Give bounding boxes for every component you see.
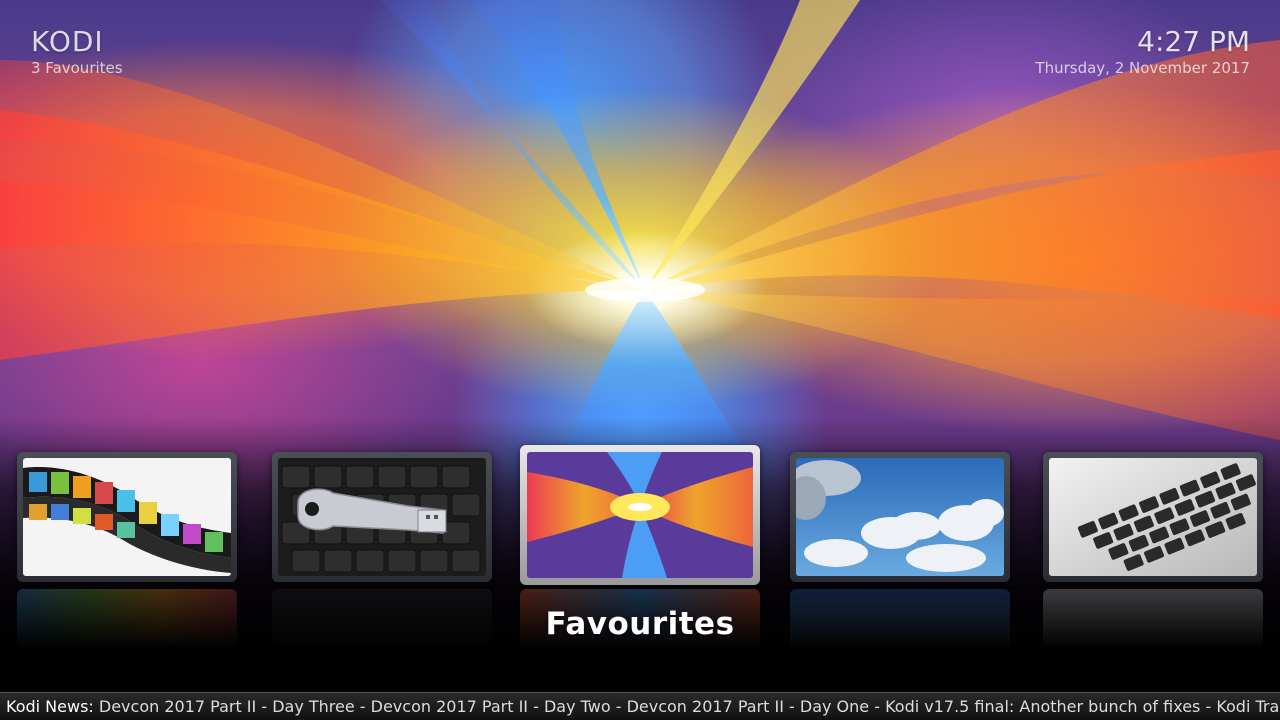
reflection-image <box>272 589 492 649</box>
tile-laptop-keyboard[interactable] <box>1043 452 1263 582</box>
ticker-label: Kodi News: <box>6 697 94 716</box>
news-ticker: Kodi News: Devcon 2017 Part II - Day Thr… <box>0 692 1280 720</box>
header-left: KODI 3 Favourites <box>31 26 123 78</box>
favourites-count: 3 Favourites <box>31 59 123 77</box>
tile-film-strip[interactable] <box>17 452 237 582</box>
usb-key-image-icon <box>278 458 486 576</box>
cloudy-sky-image-icon <box>796 458 1004 576</box>
reflection-image <box>1043 589 1263 649</box>
date: Thursday, 2 November 2017 <box>1035 59 1250 77</box>
reflection-image <box>790 589 1010 649</box>
laptop-keyboard-image-icon <box>1049 458 1257 576</box>
tile-reflection <box>17 589 237 649</box>
film-strip-image-icon <box>23 458 231 576</box>
tile-reflection <box>790 589 1010 649</box>
clock: 4:27 PM <box>1137 25 1250 58</box>
tile-reflection <box>272 589 492 649</box>
tile-favourites[interactable] <box>520 445 760 585</box>
header-right: 4:27 PM Thursday, 2 November 2017 <box>1035 26 1250 78</box>
ticker-text: Devcon 2017 Part II - Day Three - Devcon… <box>93 697 1280 716</box>
tile-sky-clouds[interactable] <box>790 452 1010 582</box>
reflection-image <box>17 589 237 649</box>
abstract-swirl-image-icon <box>527 452 753 578</box>
app-title: KODI <box>31 25 104 58</box>
tile-usb-key[interactable] <box>272 452 492 582</box>
tile-reflection <box>1043 589 1263 649</box>
focused-item-label: Favourites <box>545 606 735 642</box>
